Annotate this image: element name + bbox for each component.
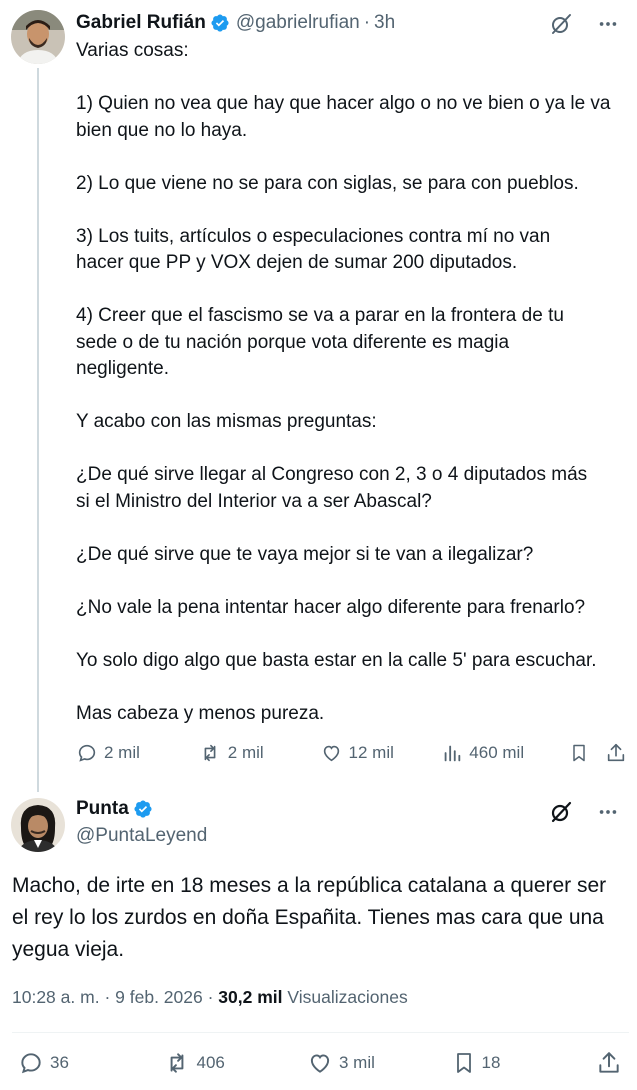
like-button[interactable]: 3 mil bbox=[307, 1050, 447, 1076]
reply-author-handle[interactable]: @gabrielrufian bbox=[236, 12, 360, 34]
reply-text-line bbox=[76, 515, 624, 542]
reply-count: 36 bbox=[50, 1053, 69, 1072]
reply-button[interactable]: 2 mil bbox=[76, 742, 198, 764]
reply-text-line bbox=[76, 65, 624, 92]
reply-text-line: 2) Lo que viene no se para con siglas, s… bbox=[76, 172, 579, 194]
reply-text-line: bien que no lo haya. bbox=[76, 119, 248, 141]
reply-text-line: si el Ministro del Interior va a ser Aba… bbox=[76, 490, 432, 512]
bookmark-button[interactable]: 18 bbox=[452, 1050, 592, 1076]
reply-text-line: Yo solo digo algo que basta estar en la … bbox=[76, 649, 597, 671]
meta-dot: · bbox=[104, 987, 111, 1007]
more-icon[interactable] bbox=[597, 801, 619, 828]
views-button[interactable]: 460 mil bbox=[441, 742, 569, 764]
like-icon bbox=[323, 745, 339, 762]
reply-tweet-text: Varias cosas: 1) Quien no vea que hay que… bbox=[76, 38, 624, 727]
reply-icon bbox=[21, 1053, 41, 1074]
views-icon bbox=[444, 745, 461, 762]
reply-header-actions bbox=[549, 12, 619, 41]
main-header-actions bbox=[549, 800, 619, 829]
repost-count: 406 bbox=[196, 1053, 225, 1072]
reply-text-line: hacer que PP y VOX dejen de sumar 200 di… bbox=[76, 252, 518, 273]
main-tweet-text: Macho, de irte en 18 meses a la repúblic… bbox=[12, 874, 607, 961]
repost-count: 2 mil bbox=[227, 743, 264, 762]
like-icon bbox=[310, 1054, 330, 1073]
reply-text-line bbox=[76, 277, 624, 304]
share-icon bbox=[607, 743, 625, 762]
reply-text-line: ¿No vale la pena intentar hacer algo dif… bbox=[76, 596, 586, 618]
main-tweet-views-label: Visualizaciones bbox=[287, 987, 408, 1007]
bookmark-button[interactable] bbox=[569, 742, 605, 764]
reply-tweet-header: Gabriel Rufián @gabrielrufian · 3h bbox=[76, 10, 395, 36]
grok-icon[interactable] bbox=[549, 800, 573, 829]
reply-action-bar: 2 mil 2 mil 12 mil 460 mil bbox=[76, 742, 627, 764]
like-button[interactable]: 12 mil bbox=[320, 742, 442, 764]
divider bbox=[12, 1032, 629, 1033]
reply-text-line: Varias cosas: bbox=[76, 40, 189, 61]
reply-text-line: ¿De qué sirve llegar al Congreso con 2, … bbox=[76, 464, 588, 485]
bookmark-count: 18 bbox=[481, 1053, 501, 1072]
main-tweet-name-row: Punta bbox=[76, 798, 159, 820]
repost-icon bbox=[170, 1053, 183, 1073]
main-tweet-time[interactable]: 10:28 a. m. bbox=[12, 987, 100, 1007]
share-button[interactable] bbox=[596, 1050, 622, 1076]
reply-text-line: 4) Creer que el fascismo se va a parar e… bbox=[76, 305, 564, 326]
thread-connector-line bbox=[37, 68, 39, 792]
grok-icon[interactable] bbox=[549, 12, 573, 41]
views-count: 460 mil bbox=[469, 743, 525, 762]
repost-button[interactable]: 406 bbox=[163, 1050, 303, 1076]
main-tweet-date[interactable]: 9 feb. 2026 bbox=[115, 987, 203, 1007]
reply-timestamp[interactable]: 3h bbox=[374, 12, 395, 34]
main-tweet-meta: 10:28 a. m. · 9 feb. 2026 · 30,2 mil Vis… bbox=[12, 987, 408, 1008]
main-author-name[interactable]: Punta bbox=[76, 798, 129, 820]
reply-text-line bbox=[76, 568, 624, 595]
reply-text-line bbox=[76, 674, 624, 701]
verified-badge-icon bbox=[210, 13, 230, 33]
meta-dot: · bbox=[207, 987, 214, 1007]
reply-text-line bbox=[76, 436, 624, 463]
avatar-gabriel-rufian[interactable] bbox=[11, 10, 65, 64]
reply-text-line: 1) Quien no vea que hay que hacer algo o… bbox=[76, 93, 611, 114]
more-icon[interactable] bbox=[597, 13, 619, 40]
reply-text-line bbox=[76, 621, 624, 648]
share-icon bbox=[599, 1052, 619, 1073]
reply-text-line bbox=[76, 383, 624, 410]
verified-badge-icon bbox=[133, 799, 153, 819]
reply-text-line: negligente. bbox=[76, 358, 169, 379]
reply-text-line: 3) Los tuits, artículos o especulaciones… bbox=[76, 225, 551, 247]
reply-text-line: ¿De qué sirve que te vaya mejor si te va… bbox=[76, 543, 534, 565]
reply-text-line bbox=[76, 197, 624, 224]
main-author-handle[interactable]: @PuntaLeyend bbox=[76, 825, 207, 847]
reply-text-line: sede o de tu nación porque vota diferent… bbox=[76, 331, 510, 353]
reply-count: 2 mil bbox=[104, 743, 140, 762]
reply-icon bbox=[78, 744, 96, 762]
like-count: 12 mil bbox=[348, 743, 394, 762]
share-button[interactable] bbox=[605, 742, 627, 764]
like-count: 3 mil bbox=[339, 1053, 375, 1072]
reply-text-line bbox=[76, 144, 624, 171]
header-separator: · bbox=[363, 12, 371, 33]
main-action-bar: 36 406 3 mil 18 bbox=[18, 1050, 622, 1076]
reply-text-line: Mas cabeza y menos pureza. bbox=[76, 702, 325, 724]
main-tweet-views-count: 30,2 mil bbox=[218, 987, 283, 1007]
reply-text-line: Y acabo con las mismas preguntas: bbox=[76, 411, 377, 432]
reply-author-name[interactable]: Gabriel Rufián bbox=[76, 12, 206, 34]
bookmark-icon bbox=[573, 744, 585, 762]
bookmark-icon bbox=[456, 1053, 471, 1073]
repost-button[interactable]: 2 mil bbox=[198, 742, 320, 764]
repost-icon bbox=[204, 744, 216, 762]
avatar-punta[interactable] bbox=[11, 798, 65, 852]
reply-button[interactable]: 36 bbox=[18, 1050, 158, 1076]
